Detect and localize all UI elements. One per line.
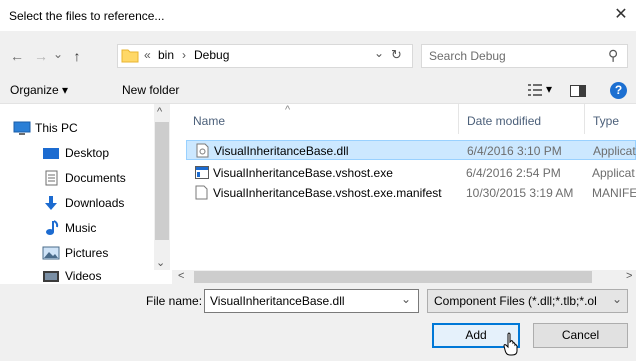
file-type-filter-value[interactable]: Component Files (*.dll;*.tlb;*.ol xyxy=(434,294,597,308)
sidebar-item-documents[interactable]: Documents xyxy=(0,166,150,191)
computer-icon xyxy=(13,121,31,135)
organize-button[interactable]: Organize ▾ xyxy=(10,83,68,97)
sidebar-item-pictures[interactable]: Pictures xyxy=(0,241,150,266)
file-name: VisualInheritanceBase.vshost.exe.manifes… xyxy=(213,186,442,200)
forward-arrow-icon[interactable]: → xyxy=(32,46,50,66)
refresh-icon[interactable]: ↻ xyxy=(391,47,402,63)
breadcrumb-bin[interactable]: bin xyxy=(158,48,174,62)
sidebar-item-downloads[interactable]: Downloads xyxy=(0,191,150,216)
file-name: VisualInheritanceBase.dll xyxy=(214,144,349,158)
close-icon[interactable]: ✕ xyxy=(612,6,630,24)
window-title: Select the files to reference... xyxy=(9,9,165,23)
pictures-icon xyxy=(42,246,60,260)
sidebar-item-label: This PC xyxy=(35,121,78,135)
column-header-type[interactable]: Type xyxy=(593,114,619,128)
breadcrumb-separator: › xyxy=(182,48,186,62)
sidebar-item-label: Music xyxy=(65,221,97,235)
file-name: VisualInheritanceBase.vshost.exe xyxy=(213,166,393,180)
sidebar-item-label: Pictures xyxy=(65,246,109,260)
exe-file-icon xyxy=(195,166,209,179)
sidebar-item-label: Downloads xyxy=(65,196,125,210)
file-row[interactable]: VisualInheritanceBase.vshost.exe 6/4/201… xyxy=(186,163,636,183)
up-arrow-icon[interactable]: ↑ xyxy=(68,46,86,66)
file-name-label: File name: xyxy=(146,294,203,308)
dll-file-icon xyxy=(196,143,209,158)
folder-icon xyxy=(121,49,139,63)
hand-cursor-icon xyxy=(503,332,518,356)
preview-pane-icon[interactable] xyxy=(570,85,586,97)
column-divider[interactable] xyxy=(458,104,459,134)
sidebar-item-videos[interactable]: Videos xyxy=(0,264,150,284)
recent-locations-icon[interactable]: ⌄ xyxy=(52,44,64,64)
address-dropdown-icon[interactable]: ⌄ xyxy=(374,46,384,60)
scroll-right-icon[interactable]: > xyxy=(626,270,632,282)
file-row[interactable]: VisualInheritanceBase.vshost.exe.manifes… xyxy=(186,183,636,203)
column-divider[interactable] xyxy=(584,104,585,134)
breadcrumb-overflow[interactable]: « xyxy=(144,48,151,62)
sidebar-item-label: Desktop xyxy=(65,146,110,160)
filter-dropdown-icon[interactable]: ⌄ xyxy=(612,292,622,306)
file-date: 6/4/2016 3:10 PM xyxy=(467,144,562,158)
file-type: MANIFE xyxy=(592,186,636,200)
file-list-scroll-thumb[interactable] xyxy=(194,271,592,283)
desktop-icon xyxy=(43,148,59,159)
search-icon[interactable]: ⚲ xyxy=(608,47,618,64)
file-date: 6/4/2016 2:54 PM xyxy=(466,166,561,180)
help-icon[interactable]: ? xyxy=(610,82,627,99)
music-icon xyxy=(46,220,59,235)
downloads-icon xyxy=(45,196,57,210)
file-name-dropdown-icon[interactable]: ⌄ xyxy=(401,292,411,306)
sidebar-item-this-pc[interactable]: This PC xyxy=(0,116,150,141)
scroll-down-icon[interactable]: ⌄ xyxy=(156,256,165,269)
view-dropdown-icon[interactable]: ▾ xyxy=(546,82,552,96)
file-type: Applicat xyxy=(593,144,636,158)
change-view-icon[interactable] xyxy=(528,84,542,96)
sidebar-scroll-thumb[interactable] xyxy=(155,122,169,240)
manifest-file-icon xyxy=(195,185,208,200)
scroll-left-icon[interactable]: < xyxy=(178,270,184,282)
sidebar-item-label: Documents xyxy=(65,171,126,185)
file-type: Applicat xyxy=(592,166,635,180)
back-arrow-icon[interactable]: ← xyxy=(8,46,26,66)
documents-icon xyxy=(45,170,58,186)
column-header-date-modified[interactable]: Date modified xyxy=(467,114,541,128)
videos-icon xyxy=(43,271,59,282)
sort-ascending-icon: ^ xyxy=(285,104,291,116)
sidebar-item-desktop[interactable]: Desktop xyxy=(0,141,150,166)
new-folder-button[interactable]: New folder xyxy=(122,83,179,97)
column-header-name[interactable]: Name xyxy=(193,114,225,128)
file-name-value[interactable]: VisualInheritanceBase.dll xyxy=(210,294,345,308)
breadcrumb-debug[interactable]: Debug xyxy=(194,48,229,62)
sidebar-item-label: Videos xyxy=(65,269,102,283)
search-input[interactable]: Search Debug xyxy=(429,49,506,63)
file-date: 10/30/2015 3:19 AM xyxy=(466,186,574,200)
file-row[interactable]: VisualInheritanceBase.dll 6/4/2016 3:10 … xyxy=(186,140,636,160)
cancel-button[interactable]: Cancel xyxy=(533,323,628,348)
sidebar-item-music[interactable]: Music xyxy=(0,216,150,241)
scroll-up-icon[interactable]: ^ xyxy=(157,106,162,118)
